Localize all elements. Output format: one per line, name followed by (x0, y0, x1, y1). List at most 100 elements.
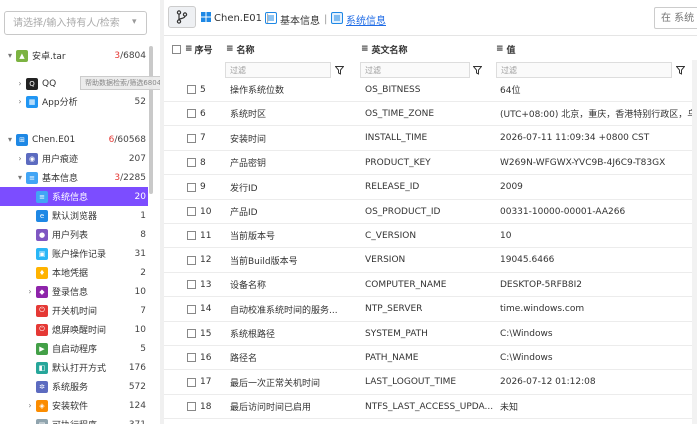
filter-icon[interactable] (470, 62, 484, 78)
tree-item[interactable]: ▾ ≡ 基本信息 3/2285 (0, 168, 148, 187)
row-name: 系统时区 (230, 110, 267, 121)
table-row[interactable]: 5 操作系统位数 OS_BITNESS 64位 (164, 78, 697, 102)
row-value: DESKTOP-5RFB8I2 (500, 279, 583, 290)
row-checkbox[interactable] (187, 85, 196, 94)
tree-item-count: 176 (129, 363, 148, 373)
row-value: 2026-07-12 01:12:08 (500, 377, 596, 388)
row-checkbox[interactable] (187, 207, 196, 216)
header-no: 序号 (194, 45, 213, 56)
row-checkbox[interactable] (187, 231, 196, 241)
table-row[interactable]: 10 产品ID OS_PRODUCT_ID 00331-10000-00001-AA2… (164, 200, 697, 224)
tree-item[interactable]: ▣ 账户操作记录 31 (0, 244, 148, 263)
holder-search-input[interactable] (4, 11, 147, 35)
table-row[interactable]: 18 最后访问时间已启用 NTFS_LAST_ACCESS_UPDA... 未知 (164, 395, 697, 420)
data-grid: ≡ 序号 ≡ 名称 ≡ 英文名称 ≡ 值 过滤 过滤 过滤 5 操作系统位数 OS_BITN… (164, 36, 697, 424)
column-header-en[interactable]: ≡ 英文名称 (361, 38, 408, 60)
tree-item[interactable]: e 默认浏览器 1 (0, 206, 148, 225)
row-checkbox[interactable] (187, 304, 196, 314)
row-english-name: RELEASE_ID (365, 182, 420, 193)
row-checkbox[interactable] (187, 402, 196, 412)
table-row[interactable]: 15 系统根路径 SYSTEM_PATH C:\Windows (164, 322, 697, 346)
row-checkbox[interactable] (187, 329, 196, 338)
select-all-checkbox[interactable] (172, 44, 181, 54)
tree-item[interactable]: ● 用户列表 8 (0, 225, 148, 244)
tree-item[interactable]: ▾ ▲ 安卓.tar 3/6804 (0, 46, 148, 65)
breadcrumb-item-chen[interactable]: Chen.E01 | (201, 12, 273, 25)
filter-icon[interactable] (332, 62, 346, 78)
row-english-name: NTFS_LAST_ACCESS_UPDA... (365, 401, 493, 412)
tree-item[interactable]: › ◈ 安装软件 124 (0, 396, 148, 415)
tree-item[interactable]: ≡ 系统信息 20 (0, 187, 148, 206)
row-number: 12 (200, 255, 212, 266)
tree-scrollbar[interactable] (149, 46, 153, 194)
chevron-down-icon[interactable]: ▾ (14, 173, 26, 182)
table-row[interactable]: 6 系统时区 OS_TIME_ZONE (UTC+08:00) 北京，重庆，香港特别行… (164, 102, 697, 127)
software-icon: ◈ (36, 399, 48, 412)
row-checkbox[interactable] (187, 353, 196, 363)
chevron-right-icon[interactable]: › (14, 154, 26, 163)
table-row[interactable]: 7 安装时间 INSTALL_TIME 2026-07-11 11:09:34 +08… (164, 126, 697, 151)
row-english-name: C_VERSION (365, 230, 417, 241)
header-select-all[interactable]: ≡ 序号 (172, 38, 213, 60)
row-name: 安装时间 (230, 134, 267, 145)
windows-icon (201, 12, 211, 25)
tree-item[interactable]: › ▦ App分析 52 (0, 92, 148, 111)
chevron-down-icon[interactable]: ▾ (132, 17, 137, 27)
chevron-right-icon[interactable]: › (14, 97, 26, 106)
table-row[interactable]: 17 最后一次正常关机时间 LAST_LOGOUT_TIME 2026-07-12 0… (164, 370, 697, 395)
table-row[interactable]: 9 发行ID RELEASE_ID 2009 (164, 175, 697, 200)
table-row[interactable]: 16 路径名 PATH_NAME C:\Windows (164, 346, 697, 371)
tree-item-count-total: 20 (134, 191, 146, 202)
row-checkbox[interactable] (187, 377, 196, 387)
tree-item[interactable]: ▤ 可执行程序371 (0, 415, 148, 424)
tree-item[interactable]: › ◆ 登录信息 10 (0, 282, 148, 301)
row-checkbox[interactable] (187, 133, 196, 143)
row-checkbox[interactable] (187, 182, 196, 192)
tree-item-count-total: /6804 (120, 50, 146, 61)
breadcrumb-item-system-info[interactable]: 系统信息 (331, 12, 386, 27)
filter-name-input[interactable]: 过滤 (225, 62, 331, 78)
table-row[interactable]: 13 设备名称 COMPUTER_NAME DESKTOP-5RFB8I2 (164, 273, 697, 298)
tree-item[interactable]: › ◉ 用户痕迹 207 (0, 149, 148, 168)
chevron-right-icon[interactable]: › (24, 401, 36, 410)
breadcrumb-item-basic-info[interactable]: 基本信息 | (265, 12, 331, 27)
filter-value-input[interactable]: 过滤 (496, 62, 672, 78)
tooltip: 帮助数据检索/筛选6804 (80, 76, 160, 90)
chevron-right-icon[interactable]: › (14, 79, 26, 88)
tree-item[interactable]: ▶ 自启动程序 5 (0, 339, 148, 358)
filter-en-input[interactable]: 过滤 (360, 62, 470, 78)
table-row[interactable]: 11 当前版本号 C_VERSION 10 (164, 224, 697, 249)
tree-item[interactable]: ◧ 默认打开方式 176 (0, 358, 148, 377)
table-row[interactable]: 8 产品密钥 PRODUCT_KEY W269N-WFGWX-YVC9B-4J6C9-… (164, 151, 697, 176)
grid-icon: ▦ (26, 95, 38, 108)
column-header-value[interactable]: ≡ 值 (496, 38, 516, 60)
evidence-tree-panel: ▾ ▾▲安卓.tar3/6804›QQQ139›▦App分析52▾⊞Chen.E… (0, 0, 160, 424)
row-checkbox[interactable] (187, 255, 196, 265)
chevron-down-icon[interactable]: ▾ (4, 135, 16, 144)
row-checkbox[interactable] (187, 158, 196, 168)
tree-item[interactable]: ⏻ 开关机时间 7 (0, 301, 148, 320)
row-name: 操作系统位数 (230, 86, 285, 96)
tree-item[interactable]: ♦ 本地凭据 2 (0, 263, 148, 282)
row-checkbox[interactable] (187, 109, 196, 119)
tree-item-count-total: /60568 (114, 134, 146, 145)
branch-button[interactable] (168, 6, 196, 28)
row-name: 当前版本号 (230, 232, 276, 243)
grid-scrollbar[interactable] (692, 60, 697, 424)
header-name-label: 名称 (236, 45, 255, 56)
tree-item-label: 系统信息 (52, 193, 89, 203)
tree-item-count-total: 10 (134, 324, 146, 335)
tree-item-count: 6/60568 (109, 135, 148, 145)
column-header-name[interactable]: ≡ 名称 (226, 38, 255, 60)
table-row[interactable]: 12 当前Build版本号 VERSION 19045.6466 (164, 249, 697, 273)
tree-item[interactable]: ⏻ 熄屏唤醒时间 10 (0, 320, 148, 339)
table-row[interactable]: 14 自动校准系统时间的服务... NTP_SERVER time.windows.c… (164, 298, 697, 322)
find-in-table-input[interactable] (654, 7, 697, 29)
tree-item[interactable]: ✲ 系统服务 572 (0, 377, 148, 396)
row-value: 19045.6466 (500, 255, 555, 266)
row-checkbox[interactable] (187, 280, 196, 290)
filter-icon[interactable] (673, 62, 687, 78)
tree-item[interactable]: ▾ ⊞ Chen.E01 6/60568 (0, 130, 148, 149)
chevron-down-icon[interactable]: ▾ (4, 51, 16, 60)
chevron-right-icon[interactable]: › (24, 287, 36, 296)
